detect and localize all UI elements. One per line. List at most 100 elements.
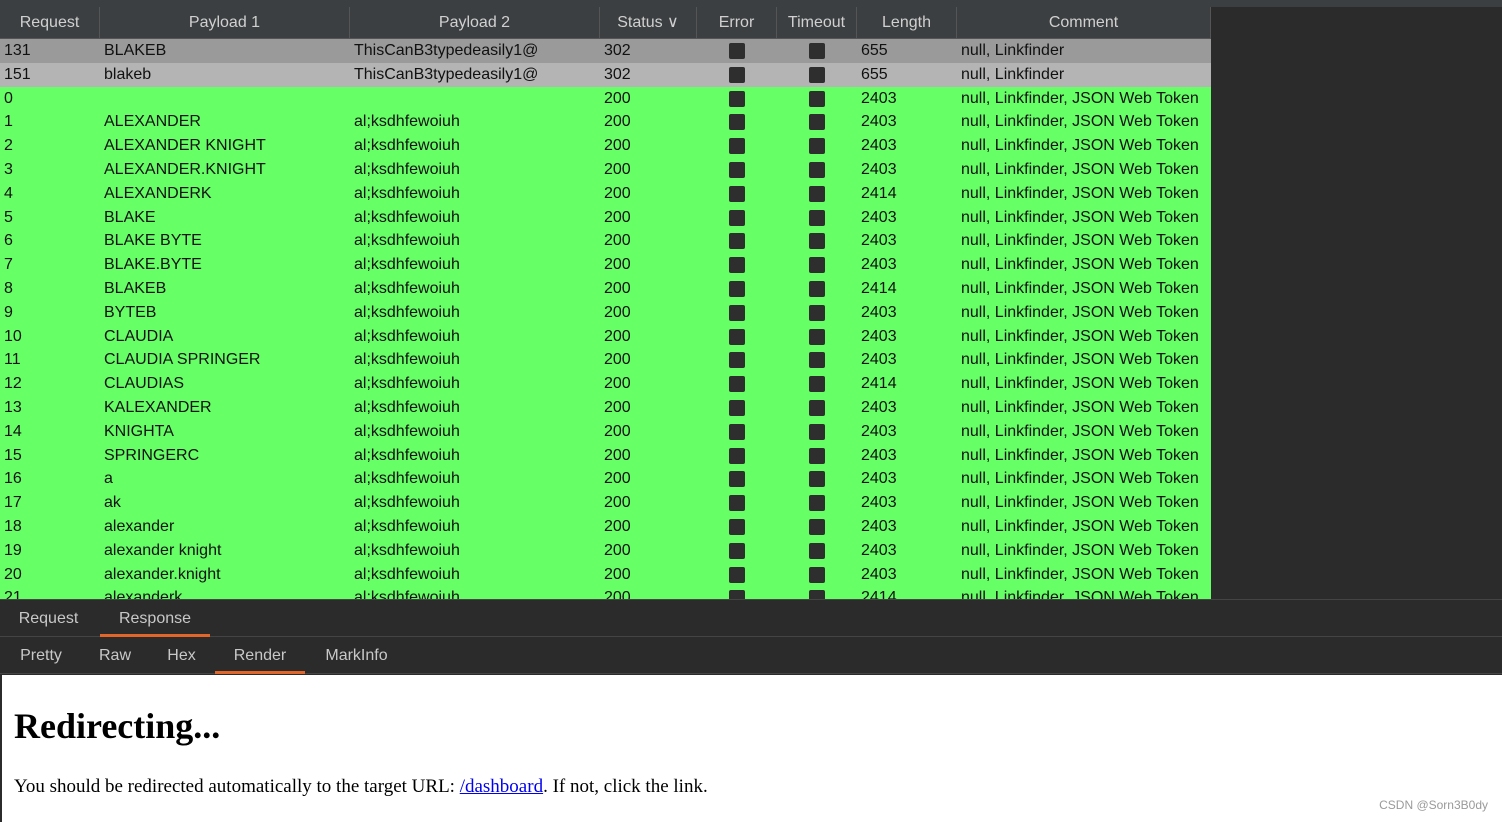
timeout-checkbox — [809, 66, 825, 83]
cell-payload1: ALEXANDER — [104, 113, 201, 131]
cell-error — [697, 158, 777, 182]
table-row[interactable]: 2 ALEXANDER KNIGHT al;ksdhfewoiuh 200 2403 nu… — [0, 134, 1211, 158]
cell-request: 17 — [4, 494, 22, 512]
table-row[interactable]: 19 alexander knight al;ksdhfewoiuh 200 2403 n… — [0, 538, 1211, 563]
cell-timeout — [777, 396, 857, 420]
dashboard-link[interactable]: /dashboard — [460, 776, 543, 797]
timeout-checkbox — [809, 328, 825, 345]
cell-payload2: al;ksdhfewoiuh — [354, 208, 460, 226]
tab-markinfo[interactable]: MarkInfo — [305, 637, 408, 673]
timeout-checkbox — [809, 209, 825, 226]
table-row[interactable]: 1 ALEXANDER al;ksdhfewoiuh 200 2403 null, Lin… — [0, 110, 1211, 135]
watermark: CSDN @Sorn3B0dy — [1379, 798, 1488, 812]
table-header: Request Payload 1 Payload 2 Status ∨ Err… — [0, 7, 1211, 39]
cell-error — [697, 63, 777, 87]
cell-payload1: SPRINGERC — [104, 446, 200, 464]
cell-request: 12 — [4, 375, 22, 393]
cell-timeout — [777, 253, 857, 277]
cell-error — [697, 87, 777, 111]
cell-timeout — [777, 444, 857, 468]
column-header-status[interactable]: Status ∨ — [600, 7, 697, 38]
table-row[interactable]: 18 alexander al;ksdhfewoiuh 200 2403 null, Li… — [0, 514, 1211, 539]
column-header-request[interactable]: Request — [0, 7, 100, 38]
table-row[interactable]: 3 ALEXANDER.KNIGHT al;ksdhfewoiuh 200 2403 nu… — [0, 157, 1211, 182]
column-header-timeout[interactable]: Timeout — [777, 7, 857, 38]
cell-length: 2403 — [861, 303, 897, 321]
cell-error — [697, 325, 777, 349]
table-row[interactable]: 21 alexanderk al;ksdhfewoiuh 200 2414 null, L… — [0, 586, 1211, 599]
cell-status: 200 — [604, 256, 631, 274]
error-checkbox — [729, 447, 745, 464]
cell-payload1: alexander knight — [104, 541, 222, 559]
table-row[interactable]: 0 200 2403 null, Linkfinder, JSON Web Token — [0, 86, 1211, 111]
error-checkbox — [729, 185, 745, 202]
cell-timeout — [777, 420, 857, 444]
table-row[interactable]: 11 CLAUDIA SPRINGER al;ksdhfewoiuh 200 2403 n… — [0, 348, 1211, 373]
timeout-checkbox — [809, 43, 825, 59]
table-row[interactable]: 151 blakeb ThisCanB3typedeasily1@ 302 655 nul… — [0, 62, 1211, 87]
table-row[interactable]: 9 BYTEB al;ksdhfewoiuh 200 2403 null, Linkfin… — [0, 300, 1211, 325]
cell-request: 0 — [4, 89, 13, 107]
table-row[interactable]: 7 BLAKE.BYTE al;ksdhfewoiuh 200 2403 null, Li… — [0, 253, 1211, 277]
table-row[interactable]: 5 BLAKE al;ksdhfewoiuh 200 2403 null, Linkfin… — [0, 205, 1211, 230]
cell-error — [697, 515, 777, 539]
cell-length: 655 — [861, 65, 888, 83]
cell-comment: null, Linkfinder, JSON Web Token — [961, 422, 1199, 440]
table-row[interactable]: 131 BLAKEB ThisCanB3typedeasily1@ 302 655 nul… — [0, 39, 1211, 63]
tab-label: Raw — [98, 647, 131, 664]
cell-length: 2414 — [861, 184, 897, 202]
error-checkbox — [729, 518, 745, 535]
tab-raw[interactable]: Raw — [82, 637, 148, 673]
table-row[interactable]: 15 SPRINGERC al;ksdhfewoiuh 200 2403 null, Li… — [0, 443, 1211, 468]
table-row[interactable]: 16 a al;ksdhfewoiuh 200 2403 null, Linkfinder… — [0, 467, 1211, 492]
cell-request: 14 — [4, 422, 22, 440]
table-row[interactable]: 8 BLAKEB al;ksdhfewoiuh 200 2414 null, Linkfi… — [0, 276, 1211, 301]
table-row[interactable]: 13 KALEXANDER al;ksdhfewoiuh 200 2403 null, L… — [0, 395, 1211, 420]
table-row[interactable]: 12 CLAUDIAS al;ksdhfewoiuh 200 2414 null, Lin… — [0, 372, 1211, 396]
cell-status: 200 — [604, 589, 631, 599]
column-header-error[interactable]: Error — [697, 7, 777, 38]
cell-status: 200 — [604, 303, 631, 321]
table-row[interactable]: 6 BLAKE BYTE al;ksdhfewoiuh 200 2403 null, Li… — [0, 229, 1211, 254]
timeout-checkbox — [809, 114, 825, 131]
tab-render[interactable]: Render — [215, 637, 305, 674]
redirect-message: You should be redirected automatically t… — [14, 776, 708, 798]
error-checkbox — [729, 43, 745, 59]
cell-error — [697, 229, 777, 253]
column-header-comment[interactable]: Comment — [957, 7, 1211, 38]
tab-response[interactable]: Response — [100, 600, 210, 637]
cell-error — [697, 491, 777, 515]
cell-length: 2403 — [861, 232, 897, 250]
column-header-payload2[interactable]: Payload 2 — [350, 7, 600, 38]
cell-payload2: al;ksdhfewoiuh — [354, 303, 460, 321]
cell-payload1: KNIGHTA — [104, 422, 174, 440]
cell-payload1: BLAKE — [104, 208, 156, 226]
cell-status: 200 — [604, 184, 631, 202]
tab-pretty[interactable]: Pretty — [0, 637, 82, 673]
cell-timeout — [777, 277, 857, 301]
cell-comment: null, Linkfinder, JSON Web Token — [961, 589, 1199, 599]
cell-length: 2414 — [861, 589, 897, 599]
table-row[interactable]: 4 ALEXANDERK al;ksdhfewoiuh 200 2414 null, Li… — [0, 181, 1211, 206]
cell-length: 2403 — [861, 470, 897, 488]
table-row[interactable]: 17 ak al;ksdhfewoiuh 200 2403 null, Linkfinde… — [0, 491, 1211, 515]
column-header-length[interactable]: Length — [857, 7, 957, 38]
error-checkbox — [729, 257, 745, 274]
results-table-area[interactable]: Request Payload 1 Payload 2 Status ∨ Err… — [0, 7, 1502, 599]
timeout-checkbox — [809, 518, 825, 535]
cell-request: 10 — [4, 327, 22, 345]
column-header-payload1[interactable]: Payload 1 — [100, 7, 350, 38]
cell-timeout — [777, 348, 857, 372]
table-row[interactable]: 10 CLAUDIA al;ksdhfewoiuh 200 2403 null, Link… — [0, 324, 1211, 349]
tab-request[interactable]: Request — [0, 600, 97, 636]
cell-payload1: alexanderk — [104, 589, 183, 599]
tab-label: MarkInfo — [325, 647, 388, 664]
cell-error — [697, 372, 777, 396]
column-header-label: Payload 2 — [438, 14, 511, 31]
table-row[interactable]: 20 alexander.knight al;ksdhfewoiuh 200 2403 n… — [0, 562, 1211, 587]
cell-request: 2 — [4, 137, 13, 155]
cell-request: 15 — [4, 446, 22, 464]
table-row[interactable]: 14 KNIGHTA al;ksdhfewoiuh 200 2403 null, Link… — [0, 419, 1211, 444]
cell-length: 2403 — [861, 517, 897, 535]
tab-hex[interactable]: Hex — [148, 637, 215, 673]
